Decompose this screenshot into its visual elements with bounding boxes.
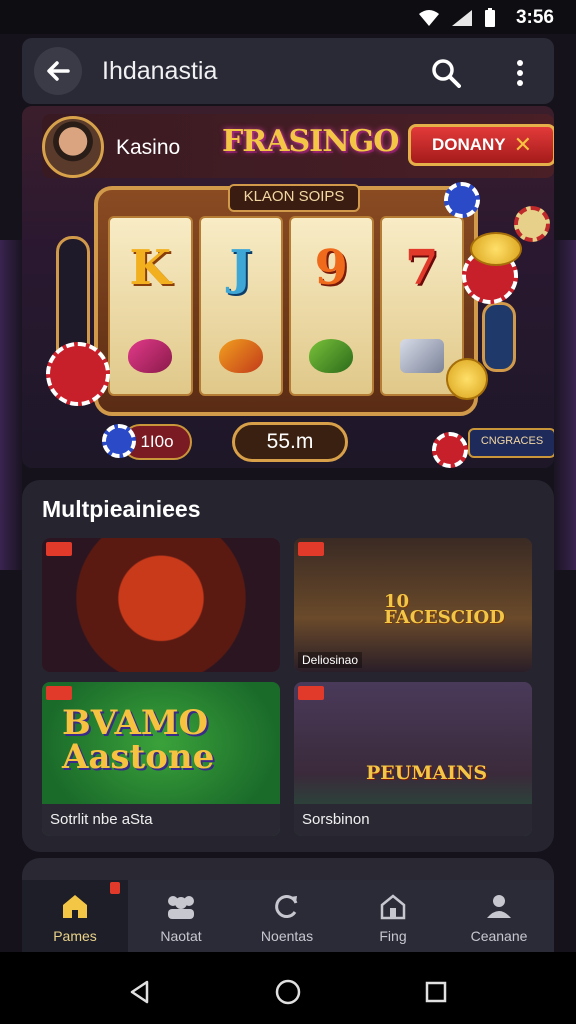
new-badge	[298, 686, 324, 700]
avatar	[42, 116, 104, 178]
game-caption: Sotrlit nbe aSta	[42, 804, 280, 836]
nav-item-contacts[interactable]: Naotat	[128, 880, 234, 952]
game-overlay-title: BVAMO Aastone	[62, 703, 215, 777]
arrow-left-icon	[47, 61, 70, 81]
hero-header: Kasino FRASINGO DONANY ✕	[42, 114, 554, 178]
nav-label: Pames	[53, 928, 97, 944]
slot-machine[interactable]: KLAON SOIPS K J 9 7	[94, 184, 478, 416]
game-card[interactable]: 10 FACESCIOD Deliosinao	[294, 538, 532, 672]
more-vertical-icon	[517, 60, 523, 86]
reel-symbol: J	[229, 239, 253, 296]
slot-reel: J	[198, 216, 283, 396]
slot-reel: K	[108, 216, 193, 396]
poker-chip-icon	[102, 424, 136, 458]
status-time: 3:56	[515, 7, 554, 28]
poker-chip-icon	[46, 342, 110, 406]
status-icons	[418, 8, 496, 28]
win-value: 55.m	[232, 422, 348, 462]
fruit-icon	[128, 338, 173, 373]
system-back-button[interactable]	[120, 972, 160, 1012]
square-recents-icon	[425, 981, 447, 1003]
poker-chip-icon	[514, 206, 550, 242]
game-overlay-title: PEUMAINS	[366, 762, 488, 784]
reel-symbol: K	[129, 239, 172, 296]
cash-icon	[399, 338, 444, 373]
gold-coin-icon	[470, 232, 522, 266]
reel-symbol: 9	[314, 239, 348, 296]
promo-chip: CNGRACES	[468, 428, 554, 458]
next-section-peek	[22, 858, 554, 882]
nav-label: Naotat	[160, 928, 202, 944]
nav-item-updates[interactable]: Noentas	[234, 880, 340, 952]
battery-icon	[485, 8, 495, 27]
gold-coin-icon	[446, 358, 488, 400]
bottom-nav: Pames Naotat Noentas Fing Ceanane	[22, 880, 554, 952]
background-decor-left	[0, 240, 22, 570]
hero-label: Kasino	[116, 136, 181, 159]
triangle-back-icon	[130, 980, 149, 1004]
search-button[interactable]	[426, 53, 466, 93]
slot-machine-header: KLAON SOIPS	[228, 184, 360, 212]
system-home-button[interactable]	[268, 972, 308, 1012]
page-title: Ihdanastia	[102, 57, 218, 85]
casino-logo: FRASINGO	[222, 124, 399, 159]
back-button[interactable]	[34, 47, 82, 95]
refresh-icon	[275, 895, 298, 919]
game-card[interactable]	[42, 538, 280, 672]
more-options-button[interactable]	[502, 53, 538, 93]
wifi-icon	[419, 10, 439, 26]
profile-icon	[487, 895, 511, 918]
game-caption-text: Sotrlit nbe aSta	[50, 811, 153, 828]
game-thumbnail	[42, 538, 280, 672]
signal-icon	[452, 10, 472, 26]
games-section: Multpieainiees 10 FACESCIOD Deliosinao B…	[22, 480, 554, 852]
new-badge	[298, 542, 324, 556]
slot-reel: 9	[289, 216, 374, 396]
nav-label: Noentas	[260, 928, 314, 944]
section-title: Multpieainiees	[42, 496, 201, 522]
poker-chip-icon	[432, 432, 468, 468]
group-icon	[168, 896, 194, 919]
game-caption: Sorsbinon	[294, 804, 532, 836]
search-icon	[432, 59, 461, 88]
fruit-icon	[309, 338, 354, 373]
system-nav-bar	[0, 952, 576, 1024]
game-card[interactable]: BVAMO Aastone Sotrlit nbe aSta	[42, 682, 280, 836]
system-recents-button[interactable]	[416, 972, 456, 1012]
nav-label: Fing	[379, 928, 407, 944]
nav-item-games[interactable]: Pames	[22, 880, 128, 952]
notification-badge	[110, 882, 120, 894]
slot-side-panel-right	[482, 302, 516, 372]
house-icon	[380, 894, 406, 920]
nav-label: Ceanane	[470, 928, 528, 944]
home-icon	[63, 895, 87, 918]
new-badge	[46, 686, 72, 700]
app-bar: Ihdanastia	[22, 38, 554, 104]
promo-button-label: DONANY	[431, 135, 506, 154]
close-icon: ✕	[513, 132, 533, 157]
circle-home-icon	[275, 979, 301, 1005]
poker-chip-icon	[444, 182, 480, 218]
game-card[interactable]: PEUMAINS Sorsbinon	[294, 682, 532, 836]
promo-button[interactable]: DONANY ✕	[408, 124, 554, 166]
status-bar: 3:56	[0, 0, 576, 34]
background-decor-right	[554, 240, 576, 570]
new-badge	[46, 542, 72, 556]
nav-item-ring[interactable]: Fing	[340, 880, 446, 952]
game-overlay-subtitle: Deliosinao	[298, 652, 363, 668]
reel-symbol: 7	[405, 239, 439, 296]
game-overlay-title: 10 FACESCIOD	[384, 591, 505, 628]
slot-reels: K J 9 7	[108, 216, 464, 396]
nav-item-profile[interactable]: Ceanane	[446, 880, 552, 952]
game-caption-text: Sorsbinon	[302, 811, 370, 828]
hero-banner[interactable]: Kasino FRASINGO DONANY ✕ KLAON SOIPS K J…	[22, 106, 554, 468]
fruit-icon	[218, 338, 263, 373]
